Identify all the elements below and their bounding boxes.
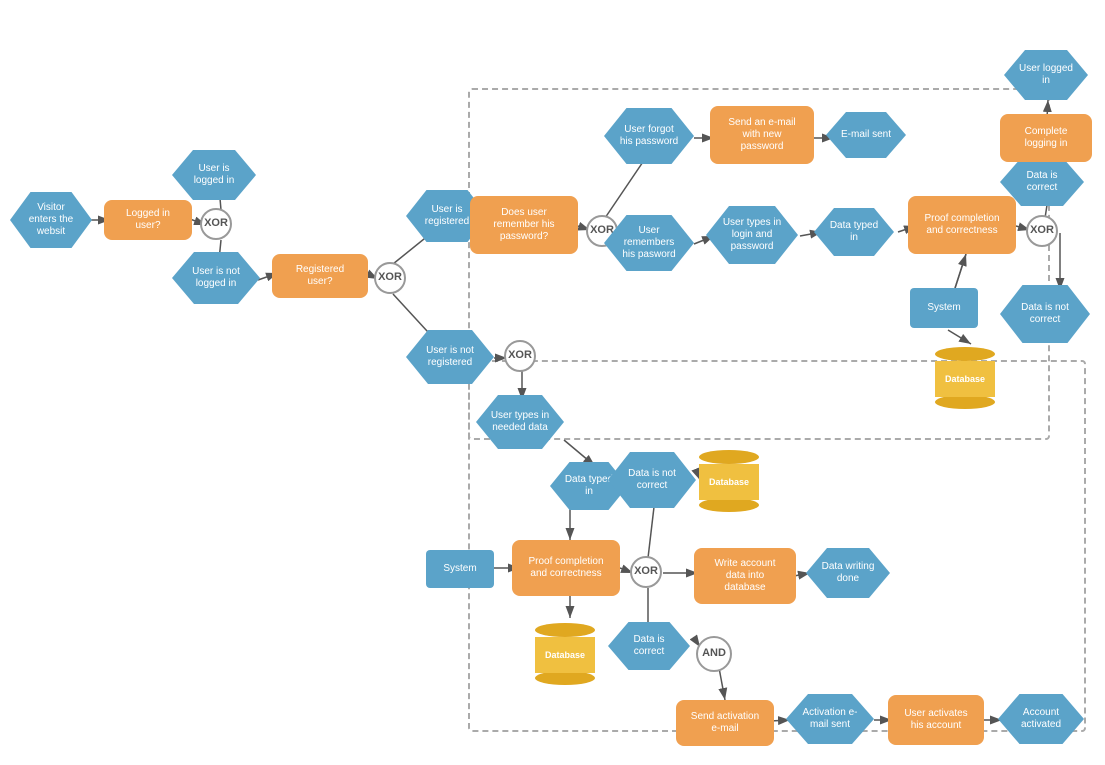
node-registered-user: Registered user?	[272, 254, 368, 298]
node-send-email: Send an e-mail with new password	[710, 106, 814, 164]
node-database2: Database	[694, 445, 764, 517]
node-xor5: XOR	[1026, 215, 1058, 247]
node-xor1: XOR	[200, 208, 232, 240]
node-send-activation: Send activation e-mail	[676, 700, 774, 746]
node-xor3: XOR	[504, 340, 536, 372]
diagram: Visitor enters the websit Logged in user…	[0, 0, 1105, 765]
node-database3: Database	[530, 618, 600, 690]
node-user-activates: User activates his account	[888, 695, 984, 745]
node-complete-logging: Complete logging in	[1000, 114, 1092, 162]
node-logged-in-user: Logged in user?	[104, 200, 192, 240]
node-xor2: XOR	[374, 262, 406, 294]
node-system1: System	[910, 288, 978, 328]
node-proof2: Proof completion and correctness	[512, 540, 620, 596]
node-user-logged-in: User is logged in	[172, 150, 256, 200]
node-visitor: Visitor enters the websit	[10, 192, 92, 248]
node-user-not-logged: User is not logged in	[172, 252, 260, 304]
node-does-user-remember: Does user remember his password?	[470, 196, 578, 254]
node-system2: System	[426, 550, 494, 588]
node-and1: AND	[696, 636, 732, 672]
node-proof1: Proof completion and correctness	[908, 196, 1016, 254]
node-write-account: Write account data into database	[694, 548, 796, 604]
node-xor-proof2: XOR	[630, 556, 662, 588]
node-database1: Database	[930, 342, 1000, 414]
